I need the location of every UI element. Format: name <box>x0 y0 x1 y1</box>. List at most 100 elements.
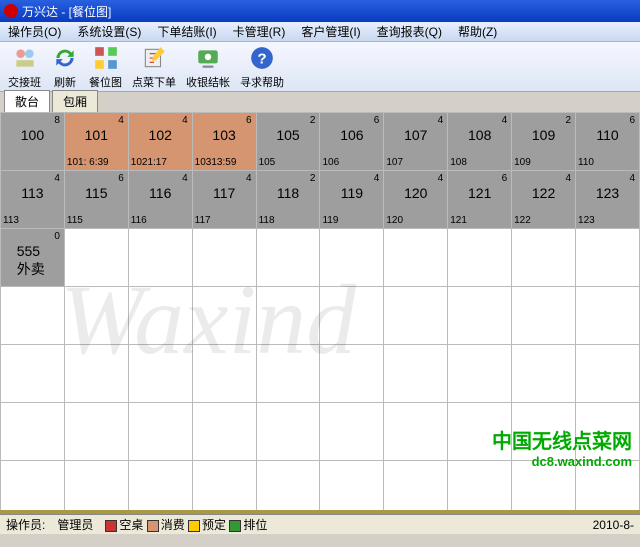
table-cell[interactable]: 555 外卖0 <box>1 229 65 287</box>
table-cell <box>64 403 128 461</box>
table-cell <box>576 345 640 403</box>
table-capacity: 4 <box>246 173 252 184</box>
table-number: 110 <box>596 127 618 143</box>
table-capacity: 4 <box>438 173 444 184</box>
legend: 空桌 消费 预定 排位 <box>105 516 267 533</box>
svg-text:?: ? <box>257 50 266 67</box>
toolbar-button[interactable]: 点菜下单 <box>132 44 176 90</box>
toolbar-button[interactable]: 交接班 <box>8 44 41 90</box>
table-cell[interactable]: 1008 <box>1 113 65 171</box>
table-cell[interactable]: 10241021:17 <box>128 113 192 171</box>
table-cell[interactable]: 1182118 <box>256 171 320 229</box>
title-bar: 万兴达 - [餐位图] <box>0 0 640 22</box>
tool-icon <box>194 44 222 72</box>
menu-item[interactable]: 帮助(Z) <box>450 23 505 40</box>
table-cell <box>1 345 65 403</box>
table-cell <box>64 461 128 511</box>
table-cell[interactable]: 1092109 <box>512 113 576 171</box>
table-cell <box>192 287 256 345</box>
table-cell <box>256 229 320 287</box>
swatch <box>147 520 159 532</box>
table-capacity: 6 <box>118 173 124 184</box>
table-cell <box>384 461 448 511</box>
table-capacity: 4 <box>629 173 635 184</box>
toolbar-button[interactable]: 刷新 <box>51 44 79 90</box>
table-cell[interactable]: 1164116 <box>128 171 192 229</box>
table-cell[interactable]: 1106110 <box>576 113 640 171</box>
tool-label: 餐位图 <box>89 74 122 90</box>
tool-icon: ? <box>248 44 276 72</box>
table-number: 121 <box>468 185 491 201</box>
table-number: 120 <box>404 185 427 201</box>
table-cell <box>128 403 192 461</box>
tool-label: 收银结帐 <box>186 74 230 90</box>
table-cell[interactable]: 1066106 <box>320 113 384 171</box>
menu-item[interactable]: 客户管理(I) <box>293 23 368 40</box>
table-cell <box>1 287 65 345</box>
table-time: 120 <box>386 215 403 226</box>
table-number: 116 <box>149 185 171 201</box>
toolbar: 交接班刷新餐位图点菜下单收银结帐 ?寻求帮助 <box>0 42 640 92</box>
table-cell <box>64 287 128 345</box>
tool-label: 点菜下单 <box>132 74 176 90</box>
table-cell <box>256 403 320 461</box>
tab[interactable]: 散台 <box>4 90 50 112</box>
table-cell <box>256 345 320 403</box>
menu-item[interactable]: 查询报表(Q) <box>369 23 450 40</box>
table-number: 101 <box>85 127 108 143</box>
table-cell[interactable]: 1014101: 6:39 <box>64 113 128 171</box>
table-cell <box>384 345 448 403</box>
table-cell <box>576 229 640 287</box>
table-number: 103 <box>212 127 235 143</box>
table-number: 109 <box>532 127 555 143</box>
menu-item[interactable]: 操作员(O) <box>0 23 69 40</box>
table-capacity: 4 <box>502 115 508 126</box>
menu-item[interactable]: 系统设置(S) <box>69 23 149 40</box>
table-number: 117 <box>213 185 235 201</box>
toolbar-button[interactable]: ?寻求帮助 <box>240 44 284 90</box>
table-cell[interactable]: 1224122 <box>512 171 576 229</box>
menu-item[interactable]: 卡管理(R) <box>225 23 294 40</box>
table-cell <box>192 403 256 461</box>
table-cell[interactable]: 1134113 <box>1 171 65 229</box>
table-cell[interactable]: 1234123 <box>576 171 640 229</box>
table-capacity: 2 <box>565 115 571 126</box>
table-capacity: 4 <box>438 115 444 126</box>
table-cell[interactable]: 120 4 120 <box>384 171 448 229</box>
table-time: 105 <box>259 157 276 168</box>
table-number: 555 外卖 <box>17 243 48 279</box>
table-time: 115 <box>67 215 83 226</box>
table-cell[interactable]: 1084108 <box>448 113 512 171</box>
table-cell <box>576 287 640 345</box>
table-cell[interactable]: 1052105 <box>256 113 320 171</box>
table-cell[interactable]: 1194119 <box>320 171 384 229</box>
table-capacity: 8 <box>54 115 60 126</box>
table-cell <box>384 229 448 287</box>
table-cell <box>448 287 512 345</box>
table-time: 122 <box>514 215 531 226</box>
table-number: 123 <box>596 185 619 201</box>
table-cell[interactable]: 1074107 <box>384 113 448 171</box>
table-number: 119 <box>341 185 363 201</box>
tab-strip: 散台包厢 <box>0 92 640 112</box>
tool-label: 交接班 <box>8 74 41 90</box>
toolbar-button[interactable]: 收银结帐 <box>186 44 230 90</box>
table-cell[interactable]: 1216121 <box>448 171 512 229</box>
toolbar-button[interactable]: 餐位图 <box>89 44 122 90</box>
table-cell[interactable]: 1156115 <box>64 171 128 229</box>
operator-name: 管理员 <box>57 516 93 533</box>
table-time: 106 <box>322 157 339 168</box>
table-time: 110 <box>578 157 594 168</box>
table-time: 1021:17 <box>131 157 167 168</box>
table-number: 106 <box>340 127 363 143</box>
table-cell[interactable]: 103610313:59 <box>192 113 256 171</box>
status-date: 2010-8- <box>593 518 634 532</box>
table-cell <box>256 461 320 511</box>
table-number: 122 <box>532 185 555 201</box>
tab[interactable]: 包厢 <box>52 90 98 112</box>
table-number: 102 <box>149 127 172 143</box>
legend-item: 空桌 <box>105 518 146 532</box>
menu-item[interactable]: 下单结账(I) <box>149 23 224 40</box>
swatch <box>105 520 117 532</box>
table-cell[interactable]: 1174117 <box>192 171 256 229</box>
